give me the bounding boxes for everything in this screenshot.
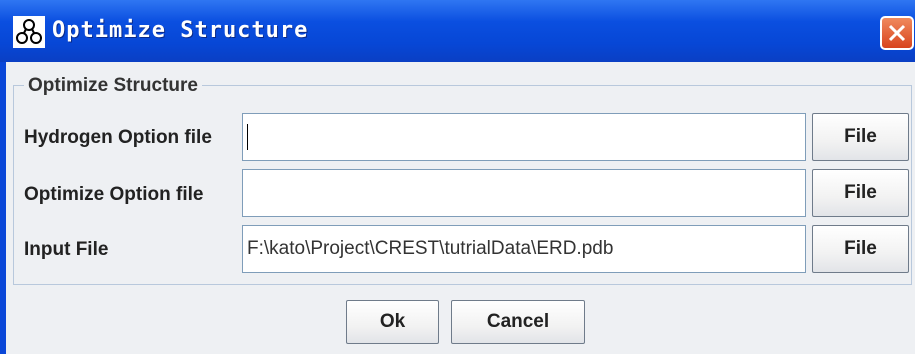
optimize-file-button[interactable]: File [812, 169, 909, 217]
close-icon [888, 24, 906, 42]
window-title: Optimize Structure [52, 18, 309, 43]
text-caret [247, 123, 248, 150]
hydrogen-option-field[interactable] [242, 113, 806, 161]
cancel-button[interactable]: Cancel [451, 300, 585, 344]
dialog-window: Optimize Structure Optimize Structure Hy… [0, 0, 915, 354]
input-file-value: F:\kato\Project\CREST\tutrialData\ERD.pd… [247, 238, 614, 259]
ok-button[interactable]: Ok [346, 300, 439, 344]
input-file-label: Input File [24, 239, 109, 260]
optimize-option-field[interactable] [242, 169, 806, 217]
optimize-option-label: Optimize Option file [24, 184, 204, 205]
input-file-button[interactable]: File [812, 225, 909, 273]
close-button[interactable] [880, 16, 914, 50]
molecule-icon [13, 16, 45, 48]
input-file-field[interactable]: F:\kato\Project\CREST\tutrialData\ERD.pd… [242, 225, 806, 273]
group-title: Optimize Structure [24, 74, 202, 98]
hydrogen-file-button[interactable]: File [812, 113, 909, 161]
dialog-content: Optimize Structure Hydrogen Option file … [6, 62, 915, 354]
hydrogen-option-label: Hydrogen Option file [24, 127, 212, 148]
title-bar[interactable]: Optimize Structure [0, 0, 915, 62]
